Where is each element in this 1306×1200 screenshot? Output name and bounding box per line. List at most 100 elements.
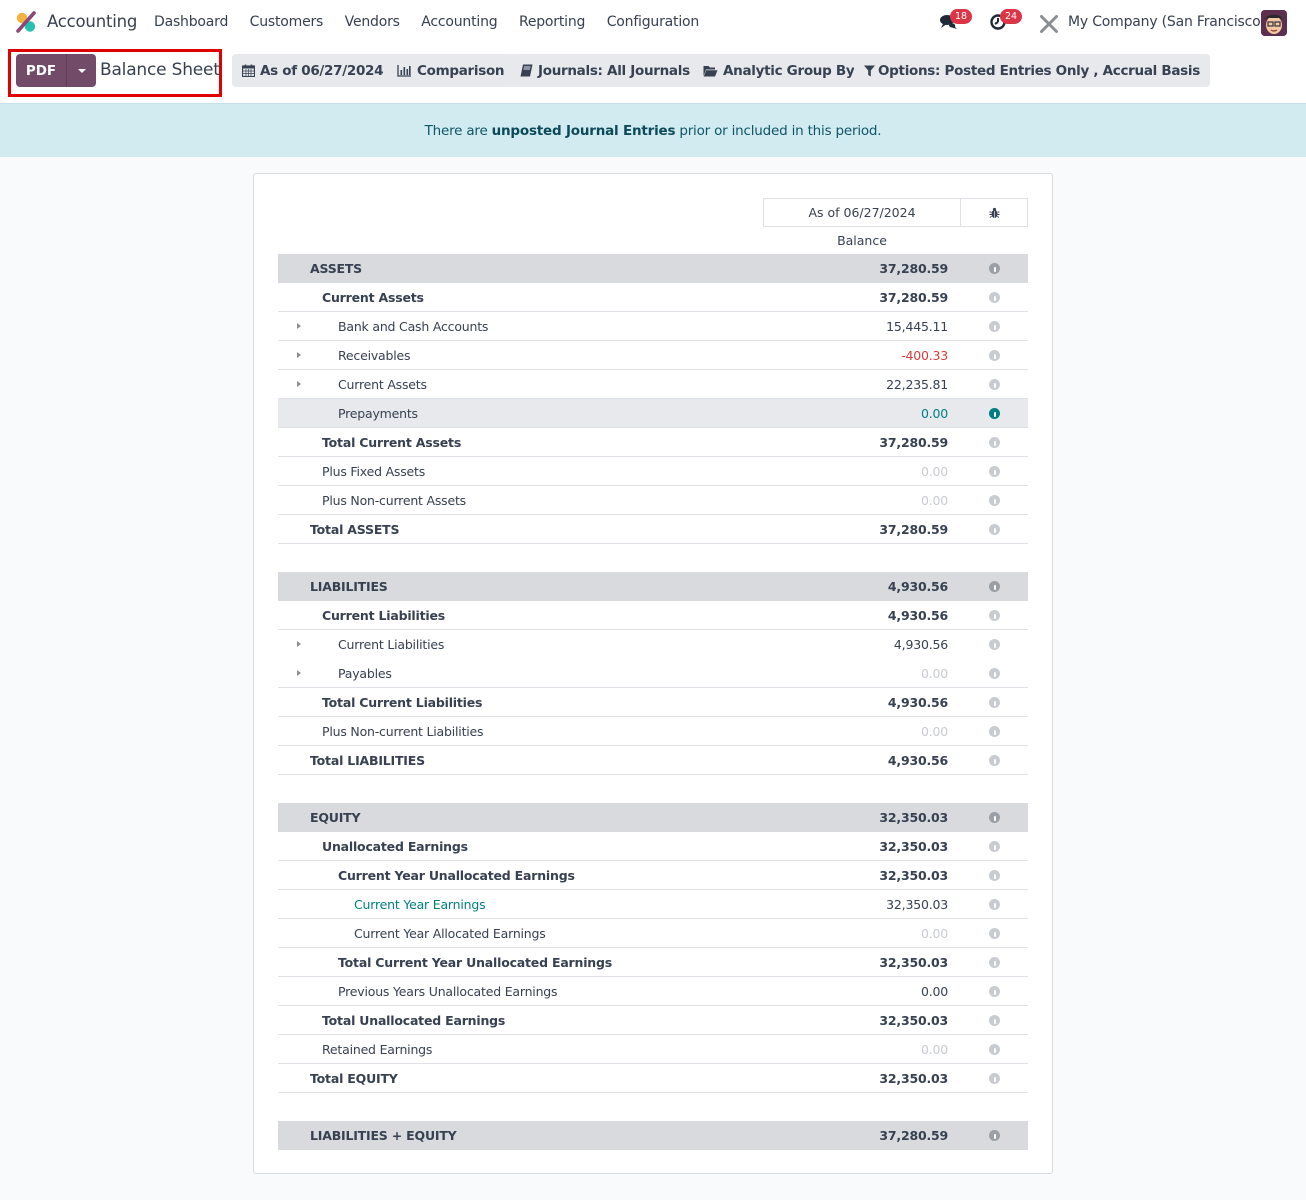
line-balance[interactable]: 0.00	[921, 926, 948, 941]
line-balance[interactable]: 32,350.03	[879, 1013, 948, 1028]
line-balance[interactable]: 32,350.03	[886, 897, 948, 912]
line-label: EQUITY	[310, 810, 361, 825]
report-line-row: Total ASSETS 37,280.59	[278, 515, 1028, 544]
debug-column-button[interactable]	[960, 198, 1028, 227]
menu-vendors[interactable]: Vendors	[345, 14, 400, 30]
info-icon[interactable]	[989, 350, 1000, 361]
line-balance[interactable]: 4,930.56	[888, 608, 948, 623]
line-label[interactable]: Current Year Earnings	[354, 897, 486, 912]
menu-customers[interactable]: Customers	[250, 14, 324, 30]
line-balance[interactable]: 0.00	[921, 984, 948, 999]
options-filter-button[interactable]: Options: Posted Entries Only , Accrual B…	[854, 54, 1210, 87]
line-balance[interactable]: 37,280.59	[879, 290, 948, 305]
info-icon[interactable]	[989, 581, 1000, 592]
line-balance[interactable]: 4,930.56	[894, 637, 948, 652]
pdf-button[interactable]: PDF	[16, 54, 66, 87]
info-icon[interactable]	[989, 321, 1000, 332]
journals-filter-button[interactable]: Journals: All Journals	[510, 54, 700, 87]
info-icon[interactable]	[989, 841, 1000, 852]
unposted-entries-link[interactable]: unposted Journal Entries	[492, 123, 676, 139]
messages-button[interactable]: 18	[939, 9, 973, 32]
info-icon[interactable]	[989, 1130, 1000, 1141]
line-balance[interactable]: 32,350.03	[879, 868, 948, 883]
menu-reporting[interactable]: Reporting	[519, 14, 585, 30]
info-icon[interactable]	[989, 610, 1000, 621]
caret-right-icon[interactable]	[297, 352, 301, 358]
line-balance[interactable]: 22,235.81	[886, 377, 948, 392]
line-balance[interactable]: 0.00	[921, 1042, 948, 1057]
line-balance[interactable]: 32,350.03	[879, 955, 948, 970]
menu-accounting[interactable]: Accounting	[421, 14, 497, 30]
info-icon[interactable]	[989, 292, 1000, 303]
line-balance[interactable]: 0.00	[921, 464, 948, 479]
info-icon[interactable]	[989, 1015, 1000, 1026]
line-balance[interactable]: 4,930.56	[888, 695, 948, 710]
info-icon[interactable]	[989, 495, 1000, 506]
report-line-row[interactable]: Current Assets 22,235.81	[278, 370, 1028, 399]
line-balance[interactable]: 0.00	[921, 724, 948, 739]
unposted-entries-alert: There are unposted Journal Entries prior…	[0, 103, 1306, 157]
report-line-row[interactable]: Prepayments 0.00	[278, 399, 1028, 428]
info-icon[interactable]	[989, 899, 1000, 910]
info-icon[interactable]	[989, 986, 1000, 997]
line-balance[interactable]: 0.00	[921, 406, 948, 421]
info-icon[interactable]	[989, 870, 1000, 881]
info-icon[interactable]	[989, 1073, 1000, 1084]
line-balance[interactable]: 32,350.03	[879, 839, 948, 854]
line-balance[interactable]: 37,280.59	[879, 435, 948, 450]
report-line-row: Total EQUITY 32,350.03	[278, 1064, 1028, 1093]
line-balance[interactable]: 4,930.56	[888, 753, 948, 768]
info-icon[interactable]	[989, 755, 1000, 766]
info-icon[interactable]	[989, 263, 1000, 274]
bar-chart-icon	[397, 64, 412, 77]
info-icon[interactable]	[989, 466, 1000, 477]
report-line-row[interactable]: Current Year Earnings 32,350.03	[278, 890, 1028, 919]
date-filter-button[interactable]: As of 06/27/2024	[232, 54, 394, 87]
caret-right-icon[interactable]	[297, 670, 301, 676]
line-balance[interactable]: 0.00	[921, 666, 948, 681]
line-balance[interactable]: 32,350.03	[879, 1071, 948, 1086]
line-balance[interactable]: 37,280.59	[879, 1128, 948, 1143]
menu-dashboard[interactable]: Dashboard	[154, 14, 228, 30]
line-balance[interactable]: 4,930.56	[888, 579, 948, 594]
report-line-row[interactable]: Receivables -400.33	[278, 341, 1028, 370]
line-balance[interactable]: 32,350.03	[879, 810, 948, 825]
report-line-row[interactable]: Current Liabilities 4,930.56	[278, 630, 1028, 659]
comparison-button[interactable]: Comparison	[387, 54, 515, 87]
info-icon[interactable]	[989, 726, 1000, 737]
report-line-row[interactable]: Bank and Cash Accounts 15,445.11	[278, 312, 1028, 341]
info-icon[interactable]	[989, 928, 1000, 939]
top-navbar: Accounting Dashboard Customers Vendors A…	[0, 0, 1306, 45]
info-icon[interactable]	[989, 639, 1000, 650]
activities-button[interactable]: 24	[989, 9, 1023, 32]
info-icon[interactable]	[989, 408, 1000, 419]
info-icon[interactable]	[989, 437, 1000, 448]
analytic-groupby-button[interactable]: Analytic Group By	[693, 54, 865, 87]
report-line-row[interactable]: Payables 0.00	[278, 659, 1028, 688]
info-icon[interactable]	[989, 1044, 1000, 1055]
caret-right-icon[interactable]	[297, 381, 301, 387]
line-balance[interactable]: 0.00	[921, 493, 948, 508]
info-icon[interactable]	[989, 668, 1000, 679]
menu-configuration[interactable]: Configuration	[607, 14, 700, 30]
info-icon[interactable]	[989, 379, 1000, 390]
user-avatar[interactable]	[1261, 10, 1287, 36]
app-logo-icon[interactable]	[15, 11, 37, 33]
date-filter-label: As of 06/27/2024	[260, 62, 384, 79]
info-icon[interactable]	[989, 812, 1000, 823]
report-line-row: Plus Fixed Assets 0.00	[278, 457, 1028, 486]
line-balance[interactable]: 37,280.59	[879, 522, 948, 537]
info-icon[interactable]	[989, 957, 1000, 968]
caret-right-icon[interactable]	[297, 641, 301, 647]
info-icon[interactable]	[989, 524, 1000, 535]
export-dropdown-toggle[interactable]	[66, 54, 96, 87]
company-switcher[interactable]: My Company (San Francisco)	[1068, 14, 1266, 30]
info-icon[interactable]	[989, 697, 1000, 708]
caret-right-icon[interactable]	[297, 323, 301, 329]
app-name[interactable]: Accounting	[47, 12, 137, 31]
wrench-screwdriver-icon[interactable]	[1038, 14, 1060, 34]
line-balance[interactable]: 15,445.11	[886, 319, 948, 334]
line-balance[interactable]: 37,280.59	[879, 261, 948, 276]
line-balance[interactable]: -400.33	[901, 348, 948, 363]
